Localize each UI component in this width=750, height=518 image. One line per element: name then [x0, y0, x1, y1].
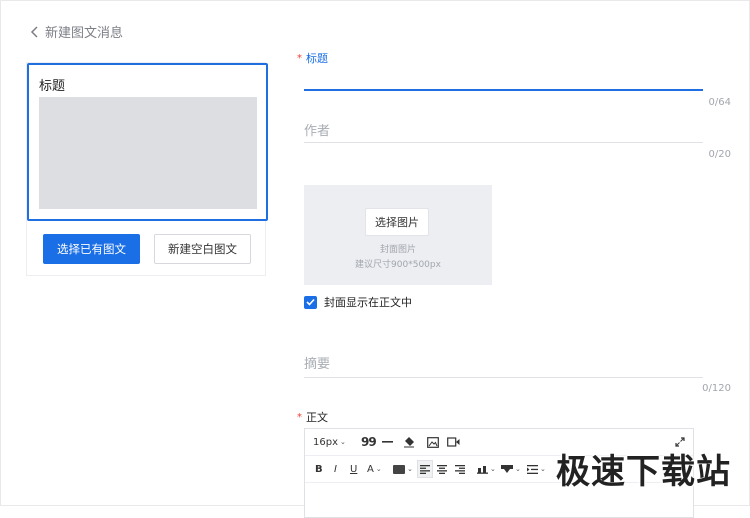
align-right-icon[interactable] [455, 456, 465, 482]
body-label: * 正文 [297, 409, 328, 425]
back-label: 新建图文消息 [45, 26, 124, 41]
font-color-glyph: A [367, 463, 374, 475]
clear-format-icon[interactable] [403, 429, 415, 455]
title-input[interactable] [304, 89, 703, 91]
cover-size-hint: 建议尺寸900*500px [355, 260, 441, 270]
show-cover-checkbox[interactable]: 封面显示在正文中 [304, 294, 412, 310]
summary-counter: 0/120 [702, 383, 731, 394]
select-existing-button[interactable]: 选择已有图文 [43, 234, 140, 264]
font-size-select[interactable]: 16px ⌄ [313, 429, 346, 455]
italic-icon[interactable]: I [334, 456, 337, 482]
align-center-icon[interactable] [437, 456, 447, 482]
underline-icon[interactable]: U [350, 456, 357, 482]
font-size-value: 16px [313, 436, 338, 448]
preview-cover-placeholder [39, 97, 257, 209]
summary-underline [304, 377, 703, 378]
author-counter: 0/20 [708, 149, 731, 160]
back-link[interactable]: 新建图文消息 [30, 22, 123, 41]
preview-title: 标题 [39, 79, 66, 94]
checkbox-checked-icon [304, 295, 317, 309]
body-label-text: 正文 [306, 411, 328, 424]
article-preview-panel: 标题 选择已有图文 新建空白图文 [26, 62, 268, 276]
required-mark: * [297, 411, 302, 423]
bold-icon[interactable]: B [315, 456, 323, 482]
spacing-icon[interactable]: ⌄ [477, 456, 496, 482]
background-color-icon[interactable]: ⌄ [393, 456, 413, 482]
video-icon[interactable] [447, 429, 460, 455]
horizontal-rule-icon[interactable] [382, 429, 393, 455]
show-cover-label: 封面显示在正文中 [324, 296, 412, 309]
font-color-icon[interactable]: A ⌄ [367, 456, 382, 482]
paragraph-icon[interactable]: ⌄ [501, 456, 521, 482]
required-mark: * [297, 52, 302, 64]
watermark-logo: 极速下载站 [556, 452, 731, 492]
cover-caption: 封面图片 [379, 245, 416, 255]
author-input[interactable]: 作者 [304, 120, 330, 139]
cover-upload-area: 选择图片 封面图片 建议尺寸900*500px [304, 185, 492, 285]
title-label: * 标题 [297, 50, 328, 66]
summary-input[interactable]: 摘要 [304, 353, 330, 372]
new-blank-button[interactable]: 新建空白图文 [154, 234, 251, 264]
align-left-icon[interactable] [417, 460, 433, 478]
indent-icon[interactable]: ⌄ [527, 456, 546, 482]
image-icon[interactable] [427, 429, 439, 455]
chevron-left-icon [30, 25, 38, 38]
article-preview-card[interactable]: 标题 [27, 63, 268, 221]
title-label-text: 标题 [306, 52, 328, 65]
quote-icon[interactable]: 99 [361, 429, 377, 455]
select-image-button[interactable]: 选择图片 [365, 208, 429, 236]
title-counter: 0/64 [708, 97, 731, 108]
author-underline [304, 142, 703, 143]
